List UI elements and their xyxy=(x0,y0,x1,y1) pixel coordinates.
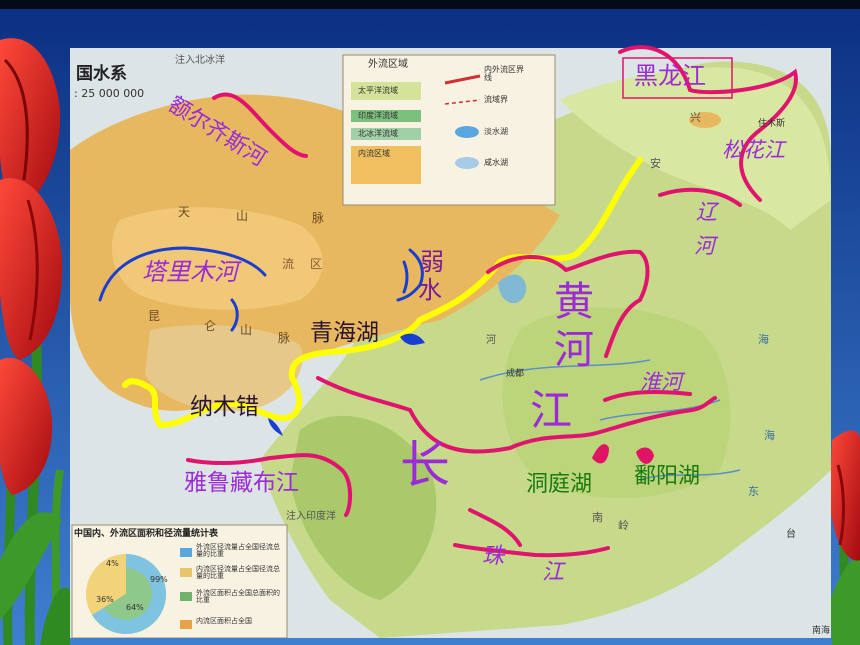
pie-label-4: 4% xyxy=(106,559,119,568)
zhu-label-2: 江 xyxy=(542,560,565,585)
huang-label-2: 河 xyxy=(554,327,594,373)
map-title: 国水系 xyxy=(76,64,127,84)
qinghai-lake-label: 青海湖 xyxy=(310,320,379,346)
songhua-label: 松花江 xyxy=(722,138,785,162)
slide: 国水系 : 25 000 000 注入北冰洋 注入印度洋 南海 外流区域 太平洋… xyxy=(0,0,860,645)
label-he: 河 xyxy=(486,335,496,346)
pie-label-36: 36% xyxy=(96,595,114,604)
legend-freshwater-lake: 淡水湖 xyxy=(484,127,508,136)
label-tai: 台 xyxy=(786,529,796,540)
stats-title: 中国内、外流区面积和径流量统计表 xyxy=(74,529,219,539)
legend-item-arctic: 北冰洋流域 xyxy=(358,129,398,138)
legend-basin-line: 流域界 xyxy=(484,95,508,104)
map-scale: : 25 000 000 xyxy=(74,87,145,100)
label-hai: 海 xyxy=(764,429,775,442)
dongting-lake-label: 洞庭湖 xyxy=(526,472,593,497)
label-dong: 东 xyxy=(748,485,759,498)
ruoshui-label-2: 水 xyxy=(418,276,442,304)
map-panel xyxy=(70,48,831,638)
namtso-label: 纳木错 xyxy=(190,394,259,420)
stats-row-4: 内流区面积占全国 xyxy=(196,617,252,625)
tarim-label: 塔里木河 xyxy=(142,258,238,286)
liao-label-2: 河 xyxy=(694,234,715,258)
label-nan: 南 xyxy=(592,511,603,524)
stats-row-3: 外流区面积占全国总面积的比重 xyxy=(196,589,280,604)
legend-boundary-line: 内外流区界线 xyxy=(484,65,524,82)
legend-header: 外流区域 xyxy=(368,59,408,70)
label-jiamusi: 住木斯 xyxy=(758,119,786,129)
stats-row-2: 内流区径流量占全国径流总量的比重 xyxy=(196,565,280,580)
label-shan: 山 xyxy=(236,209,249,223)
label-chengdu: 成都 xyxy=(506,369,525,379)
label-hai2: 海 xyxy=(758,333,769,346)
zhu-label-1: 珠 xyxy=(482,544,505,569)
label-tian: 天 xyxy=(178,205,191,219)
label-kun: 昆 xyxy=(148,309,161,323)
legend-saltwater-lake: 咸水湖 xyxy=(484,158,508,167)
chang-label-1: 长 xyxy=(400,436,450,494)
label-an: 安 xyxy=(650,157,661,170)
label-shan2: 山 xyxy=(240,323,253,337)
heilongjiang-label: 黑龙江 xyxy=(634,62,706,90)
pie-label-99: 99% xyxy=(150,575,168,584)
legend-item-pacific: 太平洋流域 xyxy=(358,86,398,95)
chang-label-2: 江 xyxy=(530,386,573,435)
label-xing: 兴 xyxy=(690,111,701,124)
poyang-lake-label: 鄱阳湖 xyxy=(634,464,701,489)
label-liu: 流 xyxy=(282,257,295,271)
legend-item-indian: 印度洋流域 xyxy=(358,111,398,120)
label-mai2: 脉 xyxy=(278,331,291,345)
ruoshui-label-1: 弱 xyxy=(420,248,444,276)
stats-row-1: 外流区径流量占全国径流总量的比重 xyxy=(196,543,280,558)
huai-label: 淮河 xyxy=(640,370,682,394)
legend-item-interior: 内流区域 xyxy=(358,149,390,158)
yarlung-label: 雅鲁藏布江 xyxy=(184,470,299,496)
label-lun: 仑 xyxy=(204,319,217,333)
liao-label-1: 辽 xyxy=(696,200,717,224)
huang-label-1: 黄 xyxy=(554,279,594,325)
pie-label-64: 64% xyxy=(126,603,144,612)
label-mai: 脉 xyxy=(312,211,325,225)
note-south-china-sea: 南海 xyxy=(812,626,831,636)
label-ling: 岭 xyxy=(618,519,629,532)
top-bar xyxy=(0,0,860,9)
label-qu: 区 xyxy=(310,257,323,271)
note-arctic: 注入北冰洋 xyxy=(175,55,225,66)
note-indian-ocean: 注入印度洋 xyxy=(286,511,336,522)
